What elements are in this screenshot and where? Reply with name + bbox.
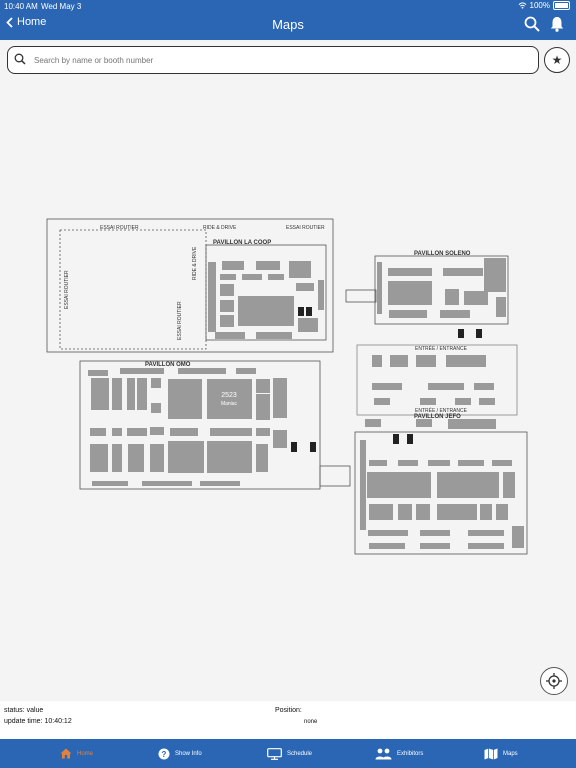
tab-show-info[interactable]: ? Show Info [158,739,202,768]
crosshair-icon [546,673,562,689]
label-essai-routier-left-2: ESSAI ROUTIER [177,301,183,340]
tab-home-label: Home [77,750,94,757]
label-entree-1: ENTRÉE / ENTRANCE [415,345,468,352]
page-title: Maps [272,17,304,32]
locate-me-button[interactable] [540,667,568,695]
tab-maps[interactable]: Maps [484,739,518,768]
search-icon [14,53,26,65]
app-header: 10:40 AM Wed May 3 100% Home Maps [0,0,576,40]
tab-exhibitors[interactable]: Exhibitors [375,739,423,768]
label-ride-drive-vertical: RIDE & DRIVE [192,246,198,280]
battery-icon [553,1,570,10]
home-icon [60,748,72,759]
tab-schedule[interactable]: Schedule [267,739,312,768]
label-entree-2: ENTRÉE / ENTRANCE [415,407,468,414]
label-booth-2523: 2523 [221,392,237,399]
status-indicators: 100% [518,1,570,10]
label-ride-drive: RIDE & DRIVE [203,225,237,231]
search-icon[interactable] [524,16,540,32]
monitor-icon [267,747,282,760]
label-pavillon-jefo: PAVILLON JEFO [414,414,461,420]
label-pavillon-soleno: PAVILLON SOLENO [414,251,471,257]
map-icon [484,748,498,760]
position-value: none [304,719,318,725]
battery-percent: 100% [529,1,550,10]
location-info-panel: status: value update time: 10:40:12 Posi… [0,701,576,739]
header-actions [524,16,564,32]
search-bar [7,46,539,74]
label-essai-routier-top: ESSAI ROUTIER [100,225,139,231]
label-essai-routier-top-2: ESSAI ROUTIER [286,225,325,231]
search-input[interactable] [32,51,516,69]
update-time-text: update time: 10:40:12 [4,718,72,725]
tab-maps-label: Maps [503,750,518,757]
map-view[interactable]: ESSAI ROUTIER RIDE & DRIVE ESSAI ROUTIER… [0,74,576,701]
label-pavillon-la-coop: PAVILLON LA COOP [213,240,271,246]
tab-show-info-label: Show Info [175,750,202,757]
tab-schedule-label: Schedule [287,750,313,757]
star-icon: ★ [551,53,563,67]
help-circle-icon: ? [158,748,170,759]
status-date: Wed May 3 [41,2,82,11]
people-icon [375,748,392,759]
tab-exhibitors-label: Exhibitors [397,750,424,757]
floor-plan: ESSAI ROUTIER RIDE & DRIVE ESSAI ROUTIER… [46,218,528,555]
tab-home[interactable]: Home [60,739,93,768]
favorites-button[interactable]: ★ [544,47,570,73]
tab-bar: Home ? Show Info Schedule Exhibitors Map… [0,739,576,768]
status-text: status: value [4,707,44,714]
label-booth-2523-name: Maniac [221,401,238,407]
wifi-icon [518,2,526,9]
status-time: 10:40 AM [4,2,38,11]
svg-text:?: ? [162,750,167,759]
label-pavillon-omo: PAVILLON OMO [145,362,191,368]
label-essai-routier-left: ESSAI ROUTIER [64,270,70,309]
bell-icon[interactable] [550,16,564,32]
position-label: Position: [275,707,302,714]
